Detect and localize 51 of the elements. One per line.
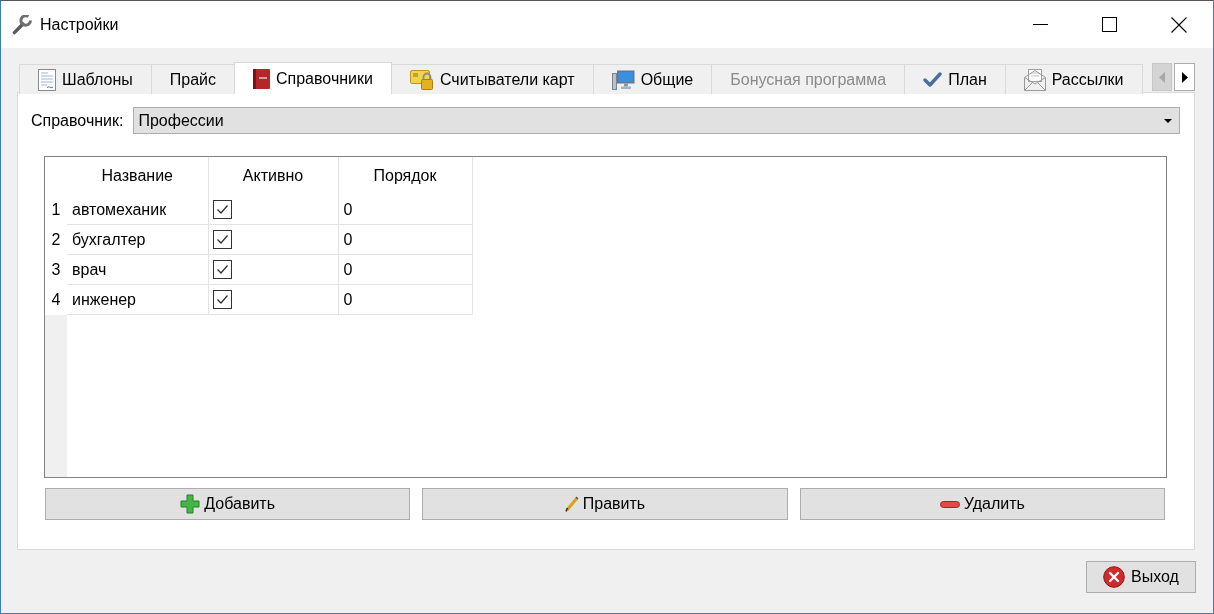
row-number: 1 (45, 195, 67, 225)
tab[interactable]: Шаблоны (19, 64, 152, 94)
table-cell: врач (67, 254, 208, 285)
table-cell: 0 (338, 195, 472, 225)
x-circle-icon (1103, 566, 1126, 588)
tab[interactable]: Справочники (234, 62, 392, 94)
document-icon (38, 68, 56, 91)
row-number: 3 (45, 254, 67, 285)
table-cell: 0 (338, 224, 472, 255)
column-header: Активно (208, 157, 338, 195)
right-arrow-icon (1181, 71, 1188, 83)
tab-scroll-button[interactable] (1174, 63, 1195, 91)
left-arrow-icon (1159, 71, 1165, 83)
reference-dropdown[interactable]: Профессии (133, 107, 1180, 134)
tab[interactable]: Рассылки (1004, 64, 1143, 94)
column-header: Название (67, 157, 208, 195)
envelope-icon (1023, 68, 1046, 91)
checkbox[interactable] (212, 260, 232, 279)
card-lock-icon (409, 69, 434, 90)
table-cell: инженер (67, 284, 208, 315)
wrench-icon (12, 14, 32, 35)
checkbox[interactable] (212, 230, 232, 249)
table-cell: 0 (338, 284, 472, 315)
window-title: Настройки (40, 15, 119, 34)
table-cell: автомеханик (67, 195, 208, 225)
pencil-icon (564, 496, 579, 512)
row-number: 2 (45, 224, 67, 255)
close-icon (1170, 16, 1187, 33)
checkbox[interactable] (212, 290, 232, 309)
table-cell: бухгалтер (67, 224, 208, 255)
caret-icon (1164, 118, 1172, 123)
book-icon (253, 68, 270, 89)
maximize-icon (1102, 17, 1117, 32)
checkbox[interactable] (212, 200, 232, 219)
tab[interactable]: Прайс (150, 64, 235, 94)
field-label: Справочник: (31, 111, 124, 130)
exit-button[interactable]: Выход (1086, 561, 1196, 593)
row-number: 4 (45, 284, 67, 315)
action-button[interactable]: Удалить (799, 488, 1165, 520)
minus-icon (939, 500, 960, 508)
tab[interactable]: Считыватели карт (390, 64, 594, 94)
tab[interactable]: Общие (592, 64, 713, 94)
check-icon (923, 72, 943, 87)
minimize-icon (1033, 24, 1048, 25)
monitor-icon (611, 69, 635, 90)
action-button[interactable]: Править (422, 488, 788, 520)
plus-icon (180, 494, 201, 514)
column-header: Порядок (338, 157, 472, 195)
table-cell: 0 (338, 254, 472, 285)
action-button[interactable]: Добавить (45, 488, 411, 520)
tab[interactable]: План (904, 64, 1006, 94)
